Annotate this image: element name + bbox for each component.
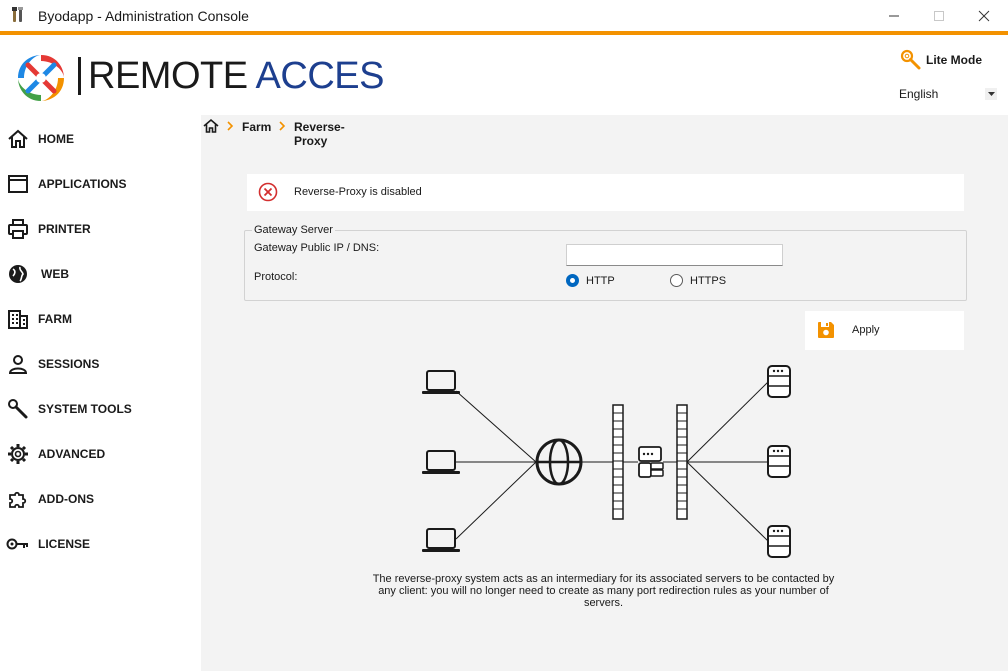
sidebar-item-advanced[interactable]: ADVANCED (0, 431, 201, 476)
chevron-right-icon (279, 121, 286, 131)
home-icon[interactable] (203, 118, 219, 134)
sidebar-item-applications[interactable]: APPLICATIONS (0, 161, 201, 206)
puzzle-icon (6, 487, 30, 511)
close-icon (978, 10, 990, 21)
gateway-ip-input[interactable] (566, 244, 783, 266)
logo-icon (18, 55, 64, 101)
sidebar-item-home[interactable]: HOME (0, 116, 201, 161)
sidebar-item-label: HOME (38, 131, 74, 146)
apply-label: Apply (852, 324, 880, 336)
sidebar-item-web[interactable]: WEB (0, 251, 201, 296)
user-icon (6, 352, 30, 376)
apply-button[interactable]: Apply (805, 311, 964, 350)
title-bar: Byodapp - Administration Console (0, 0, 1008, 31)
sidebar-item-sessions[interactable]: SESSIONS (0, 341, 201, 386)
maximize-button[interactable] (916, 0, 962, 31)
alert-text: Reverse-Proxy is disabled (294, 186, 422, 198)
wrench-icon (900, 49, 921, 70)
radio-selected-icon (566, 274, 579, 287)
ip-label: Gateway Public IP / DNS: (254, 242, 380, 254)
status-alert: Reverse-Proxy is disabled (247, 174, 964, 211)
protocol-label: Protocol: (254, 271, 298, 283)
breadcrumb-farm[interactable]: Farm (242, 120, 271, 134)
description-text: The reverse-proxy system acts as an inte… (372, 573, 835, 609)
sidebar: HOME APPLICATIONS PRINTER WEB FARM SESSI… (0, 115, 201, 671)
sidebar-item-license[interactable]: LICENSE (0, 521, 201, 566)
sidebar-item-label: SYSTEM TOOLS (38, 401, 132, 416)
globe-icon (6, 262, 30, 286)
sidebar-item-system-tools[interactable]: SYSTEM TOOLS (0, 386, 201, 431)
home-icon (6, 127, 30, 151)
key-icon (6, 532, 30, 556)
window-icon (6, 172, 30, 196)
radio-label: HTTPS (690, 274, 727, 287)
sidebar-item-label: ADD-ONS (38, 491, 94, 506)
chevron-right-icon (227, 121, 234, 131)
sidebar-item-label: LICENSE (38, 536, 91, 551)
protocol-radio-http[interactable]: HTTP (566, 274, 615, 287)
minimize-icon (889, 15, 899, 16)
sidebar-item-label: APPLICATIONS (38, 176, 127, 191)
group-title: Gateway Server (252, 224, 335, 236)
sidebar-item-printer[interactable]: PRINTER (0, 206, 201, 251)
gear-icon (6, 442, 30, 466)
logo-text-acces: ACCES (255, 55, 385, 97)
sidebar-item-label: FARM (38, 311, 72, 326)
window-title: Byodapp - Administration Console (38, 8, 249, 24)
protocol-radio-https[interactable]: HTTPS (670, 274, 726, 287)
header: REMOTE ACCES Lite Mode English (0, 35, 1008, 115)
lite-mode-button[interactable]: Lite Mode (900, 49, 982, 71)
gateway-server-group: Gateway Server Gateway Public IP / DNS: … (244, 224, 967, 301)
logo-separator (78, 57, 81, 95)
sidebar-item-label: ADVANCED (38, 446, 106, 461)
radio-unselected-icon (670, 274, 683, 287)
sidebar-item-add-ons[interactable]: ADD-ONS (0, 476, 201, 521)
printer-icon (6, 217, 30, 241)
radio-label: HTTP (586, 274, 615, 287)
sidebar-item-label: WEB (41, 266, 69, 281)
close-button[interactable] (961, 0, 1007, 31)
main-panel: Farm Reverse-Proxy Reverse-Proxy is disa… (201, 115, 1008, 671)
minimize-button[interactable] (871, 0, 917, 31)
logo-text-remote: REMOTE (88, 55, 248, 97)
save-icon (818, 322, 834, 338)
logo-text: REMOTE ACCES (88, 55, 384, 98)
app-tools-icon (12, 7, 23, 22)
sidebar-item-label: PRINTER (38, 221, 91, 236)
maximize-icon (934, 10, 944, 21)
sidebar-item-label: SESSIONS (38, 356, 100, 371)
language-select[interactable]: English (897, 85, 1001, 103)
building-icon (6, 307, 30, 331)
sidebar-item-farm[interactable]: FARM (0, 296, 201, 341)
breadcrumb-reverse-proxy: Reverse-Proxy (294, 120, 345, 148)
wrench-icon (6, 397, 30, 421)
lite-mode-label: Lite Mode (926, 53, 982, 67)
error-icon (258, 182, 278, 202)
chevron-down-icon (985, 88, 997, 100)
language-value: English (899, 87, 939, 101)
